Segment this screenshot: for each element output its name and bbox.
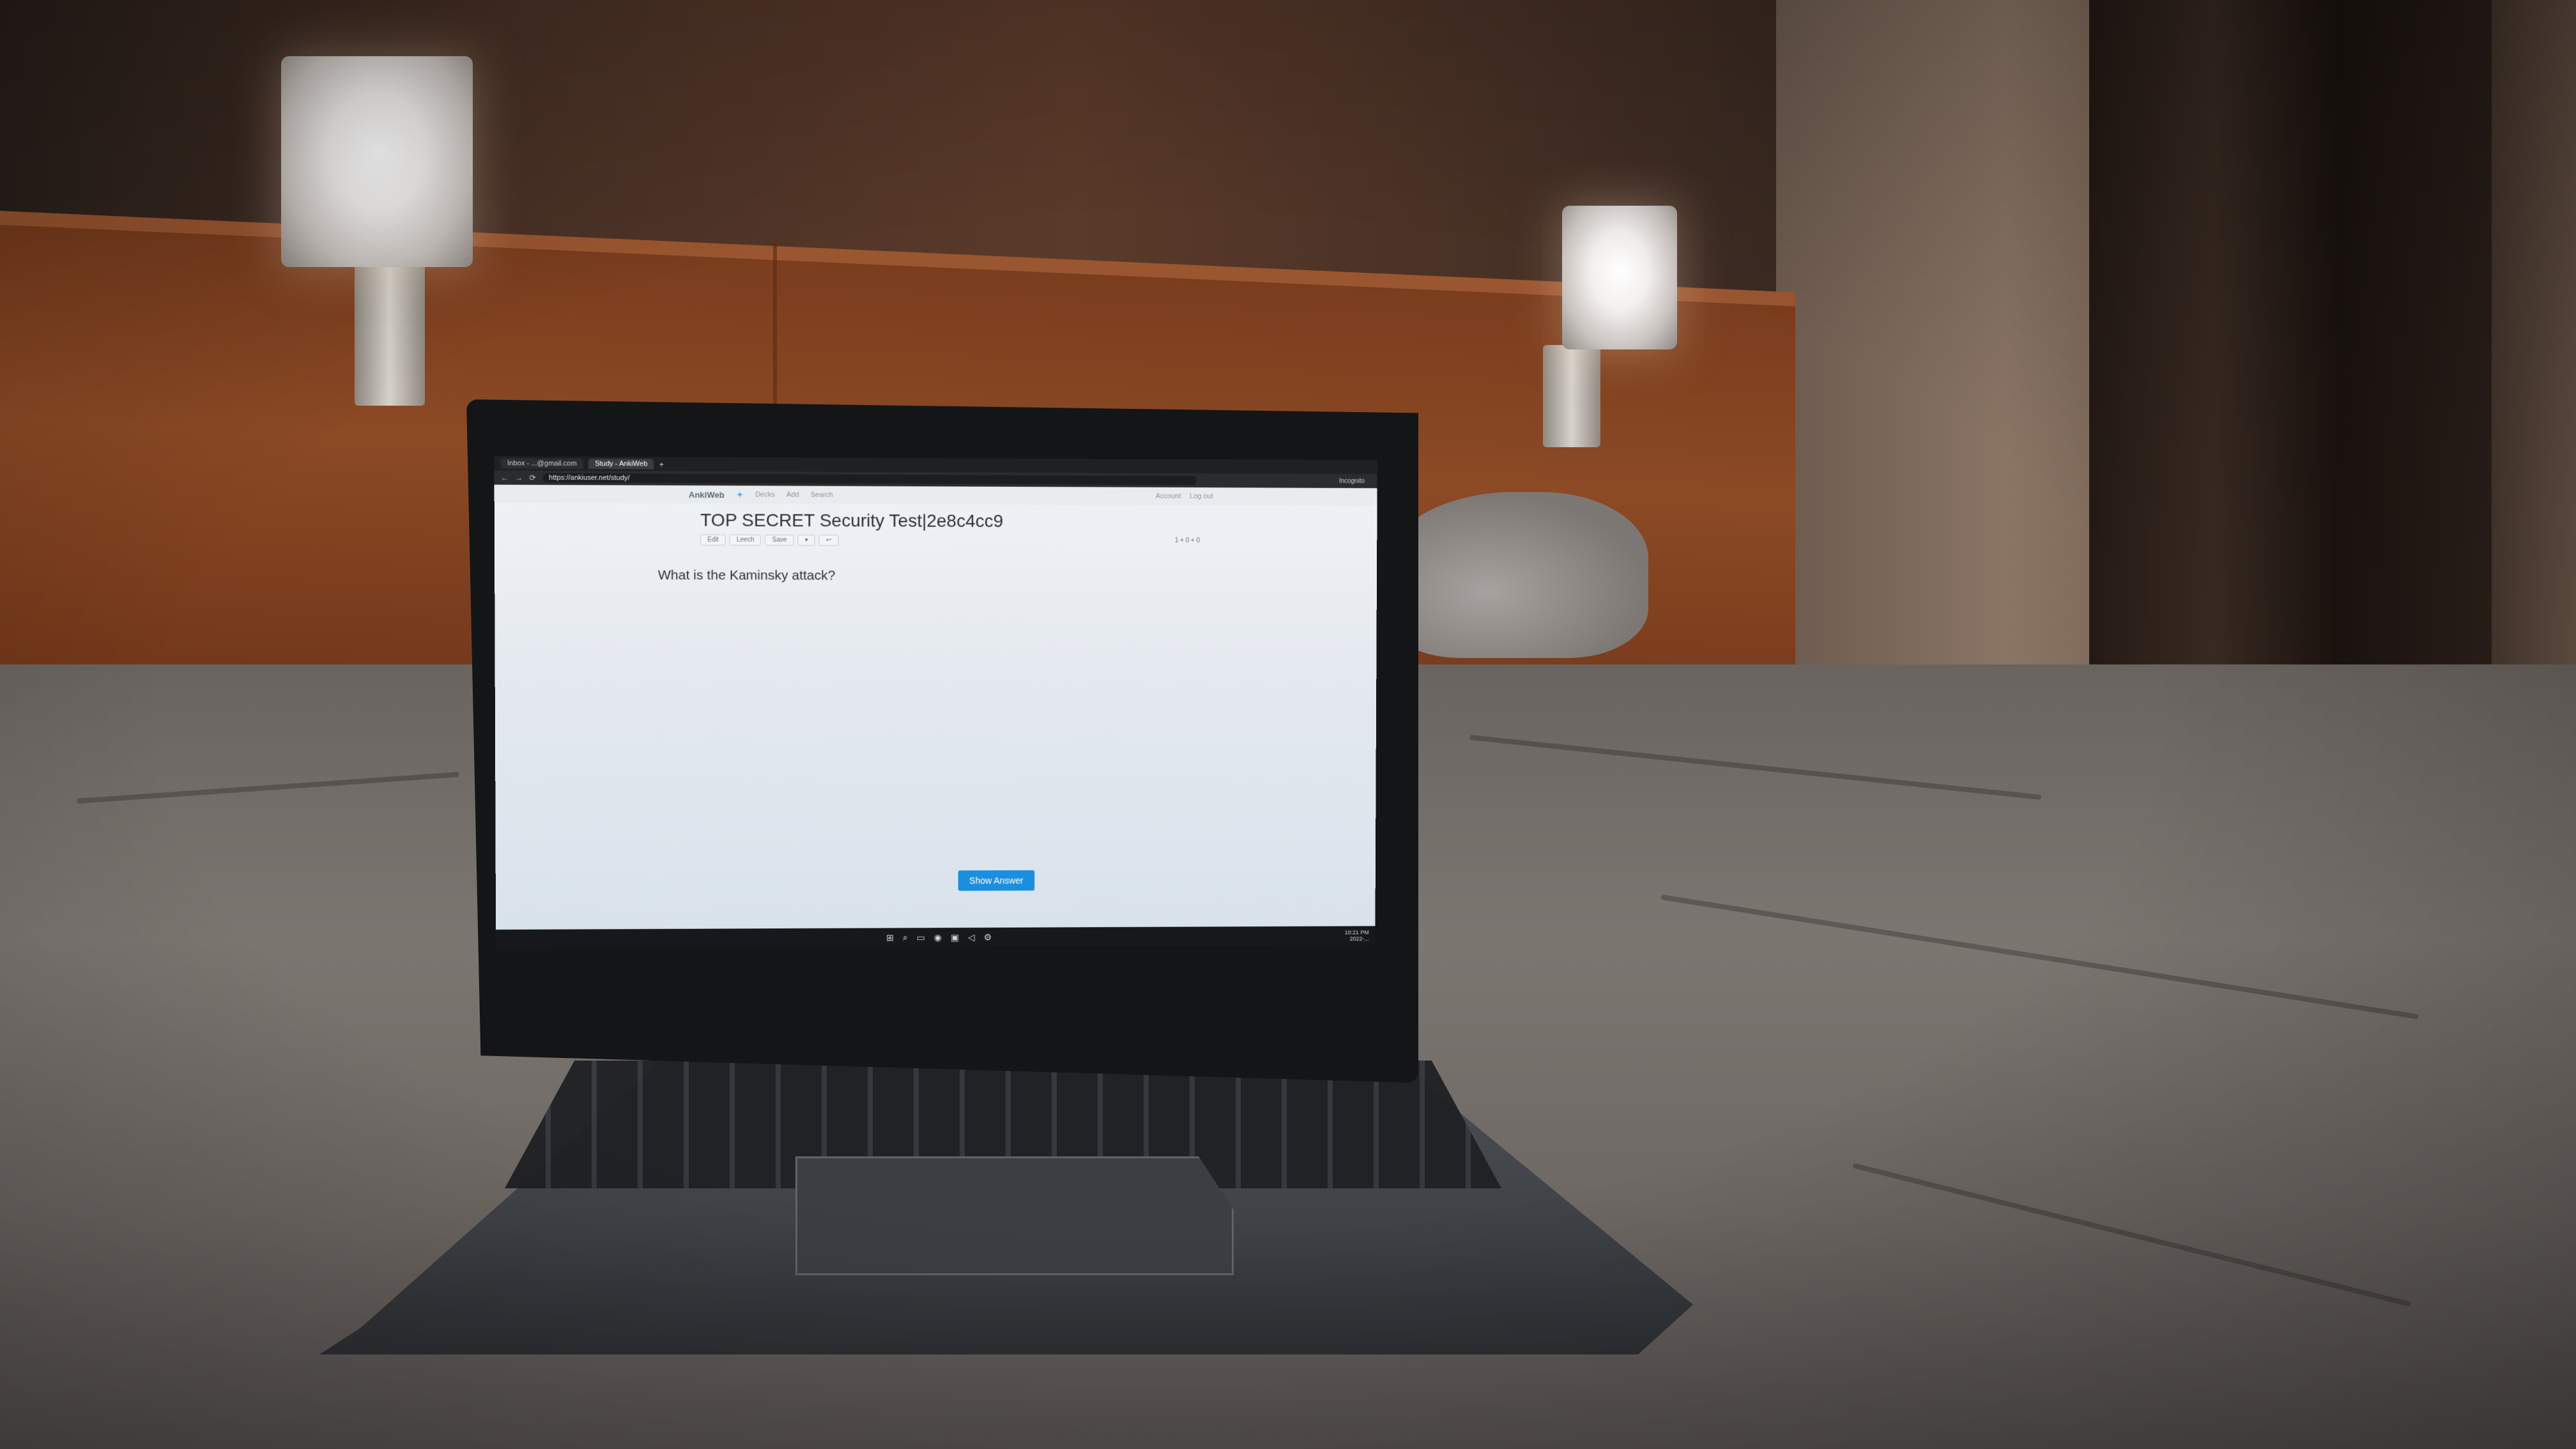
tab-gmail[interactable]: Inbox - ...@gmail.com — [500, 458, 583, 469]
dropdown-button[interactable]: ▾ — [797, 534, 815, 546]
nav-logout[interactable]: Log out — [1190, 493, 1213, 500]
url-field[interactable]: https://ankiuser.net/study/ — [542, 473, 1197, 485]
leech-button[interactable]: Leech — [729, 534, 762, 546]
card-counts: 1 + 0 + 0 — [1174, 537, 1200, 544]
card-question: What is the Kaminsky attack? — [657, 567, 836, 583]
windows-taskbar: ⊞ ⌕ ▭ ◉ ▣ ◁ ⚙ — [496, 926, 1376, 949]
wall-lamp-left — [281, 56, 473, 267]
star-icon: ✦ — [735, 489, 744, 500]
clock-time: 10:21 PM — [1344, 929, 1369, 936]
laptop-touchpad — [795, 1156, 1234, 1275]
show-answer-button[interactable]: Show Answer — [958, 870, 1035, 891]
search-icon[interactable]: ⌕ — [903, 932, 908, 943]
reload-icon[interactable]: ⟳ — [530, 473, 536, 482]
study-toolbar: Edit Leech Save ▾ ↩ — [700, 534, 839, 546]
undo-button[interactable]: ↩ — [818, 535, 839, 546]
edit-button[interactable]: Edit — [700, 534, 726, 546]
windows-start-icon[interactable]: ⊞ — [886, 932, 894, 943]
curtain-edge — [2492, 0, 2576, 767]
vscode-icon[interactable]: ◁ — [968, 931, 975, 942]
nav-search[interactable]: Search — [811, 491, 833, 499]
ankiweb-logo[interactable]: AnkiWeb — [689, 489, 724, 499]
ankiweb-navbar: AnkiWeb ✦ Decks Add Search Account Log o… — [494, 484, 1377, 506]
pillow — [1380, 492, 1648, 658]
settings-icon[interactable]: ⚙ — [984, 931, 992, 942]
deck-title: TOP SECRET Security Test|2e8c4cc9 — [700, 510, 1004, 531]
forward-icon[interactable]: → — [515, 473, 523, 482]
back-icon[interactable]: ← — [501, 473, 509, 482]
files-icon[interactable]: ▭ — [917, 932, 925, 943]
new-tab-button[interactable]: + — [659, 459, 664, 469]
curtain — [2089, 0, 2504, 735]
nav-add[interactable]: Add — [786, 491, 799, 498]
laptop-screen: Inbox - ...@gmail.com Study - AnkiWeb + … — [494, 456, 1377, 949]
wall-lamp-right — [1562, 206, 1677, 349]
save-button[interactable]: Save — [765, 534, 794, 546]
lamp-arm-right — [1543, 345, 1600, 447]
clock-date: 2022-... — [1349, 935, 1369, 942]
photo-scene: Inbox - ...@gmail.com Study - AnkiWeb + … — [0, 0, 2576, 1449]
incognito-badge[interactable]: Incognito — [1339, 477, 1377, 484]
taskbar-clock[interactable]: 10:21 PM 2022-... — [1345, 929, 1369, 942]
lamp-arm-left — [355, 262, 425, 406]
tab-ankiweb-study[interactable]: Study - AnkiWeb — [588, 458, 654, 470]
nav-account[interactable]: Account — [1156, 493, 1181, 500]
terminal-icon[interactable]: ▣ — [951, 932, 959, 943]
nav-decks[interactable]: Decks — [755, 491, 775, 498]
browser-icon[interactable]: ◉ — [934, 932, 942, 943]
